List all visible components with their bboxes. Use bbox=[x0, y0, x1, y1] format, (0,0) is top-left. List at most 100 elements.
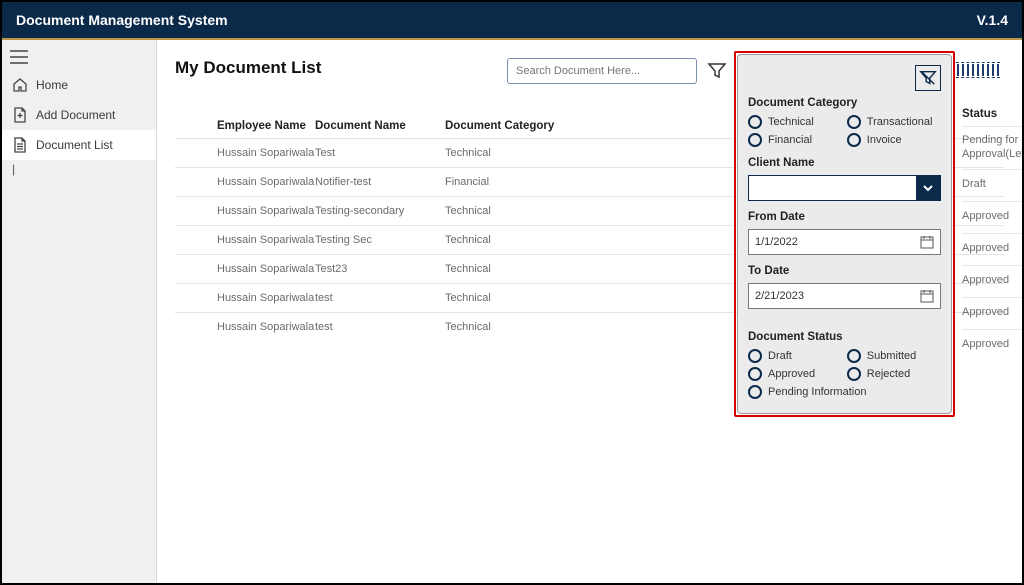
cell-category: Technical bbox=[445, 234, 575, 246]
cell-document: test bbox=[315, 292, 445, 304]
radio-option[interactable]: Rejected bbox=[847, 367, 936, 381]
cell-document: test bbox=[315, 321, 445, 333]
cell-document: Testing-secondary bbox=[315, 205, 445, 217]
cell-employee: Hussain Sopariwala bbox=[175, 292, 315, 304]
filter-from-label: From Date bbox=[748, 211, 941, 223]
radio-icon bbox=[748, 385, 762, 399]
status-row: Draft bbox=[962, 169, 1024, 201]
radio-option[interactable]: Draft bbox=[748, 349, 837, 363]
filter-category-label: Document Category bbox=[748, 97, 941, 109]
cell-employee: Hussain Sopariwala bbox=[175, 205, 315, 217]
to-date-input[interactable]: 2/21/2023 bbox=[748, 283, 941, 309]
status-label: Draft bbox=[962, 178, 986, 192]
status-label: Pending for Approval(Level-1) bbox=[962, 134, 1024, 162]
radio-option[interactable]: Approved bbox=[748, 367, 837, 381]
sidebar-item-home[interactable]: Home bbox=[2, 70, 156, 100]
calendar-icon bbox=[920, 289, 934, 303]
sidebar-item-label: Home bbox=[36, 78, 68, 92]
radio-icon bbox=[748, 349, 762, 363]
radio-label: Approved bbox=[768, 368, 815, 380]
filter-to-label: To Date bbox=[748, 265, 941, 277]
status-label: Approved bbox=[962, 306, 1009, 320]
barcode-icon[interactable] bbox=[956, 62, 1000, 78]
radio-label: Transactional bbox=[867, 116, 933, 128]
radio-label: Invoice bbox=[867, 134, 902, 146]
cell-document: Testing Sec bbox=[315, 234, 445, 246]
radio-icon bbox=[847, 133, 861, 147]
radio-option[interactable]: Submitted bbox=[847, 349, 936, 363]
status-row: Approved bbox=[962, 297, 1024, 329]
radio-icon bbox=[847, 349, 861, 363]
funnel-icon bbox=[707, 61, 727, 81]
filter-client-label: Client Name bbox=[748, 157, 941, 169]
radio-option[interactable]: Pending Information bbox=[748, 385, 941, 399]
filter-panel: Document Category Technical Transactional… bbox=[737, 54, 952, 414]
sidebar-item-label: Document List bbox=[36, 138, 113, 152]
calendar-icon bbox=[920, 235, 934, 249]
cell-employee: Hussain Sopariwala bbox=[175, 147, 315, 159]
radio-label: Draft bbox=[768, 350, 792, 362]
radio-option[interactable]: Transactional bbox=[847, 115, 936, 129]
cell-employee: Hussain Sopariwala bbox=[175, 234, 315, 246]
filter-button[interactable] bbox=[707, 61, 727, 81]
radio-icon bbox=[748, 115, 762, 129]
doc-list-icon bbox=[12, 137, 28, 153]
sidebar-item-add-document[interactable]: Add Document bbox=[2, 100, 156, 130]
app-version: V.1.4 bbox=[977, 12, 1008, 28]
status-label: Approved bbox=[962, 338, 1009, 352]
from-date-input[interactable]: 1/1/2022 bbox=[748, 229, 941, 255]
status-label: Approved bbox=[962, 210, 1009, 224]
status-row: Approved bbox=[962, 201, 1024, 233]
radio-label: Financial bbox=[768, 134, 812, 146]
add-doc-icon bbox=[12, 107, 28, 123]
search-input[interactable] bbox=[507, 58, 697, 84]
menu-toggle[interactable] bbox=[2, 44, 156, 70]
home-icon bbox=[12, 77, 28, 93]
col-employee: Employee Name bbox=[175, 120, 315, 132]
sidebar-caret: | bbox=[2, 160, 156, 178]
sidebar: Home Add Document Document List | bbox=[2, 40, 157, 583]
from-date-value: 1/1/2022 bbox=[755, 236, 798, 248]
col-status: Status bbox=[962, 102, 1024, 126]
status-row: Pending for Approval(Level-1) bbox=[962, 126, 1024, 169]
cell-employee: Hussain Sopariwala bbox=[175, 321, 315, 333]
radio-label: Rejected bbox=[867, 368, 910, 380]
cell-employee: Hussain Sopariwala bbox=[175, 263, 315, 275]
cell-document: Test23 bbox=[315, 263, 445, 275]
status-label: Approved bbox=[962, 242, 1009, 256]
status-row: Approved bbox=[962, 265, 1024, 297]
radio-icon bbox=[748, 367, 762, 381]
radio-label: Pending Information bbox=[768, 386, 866, 398]
cell-category: Technical bbox=[445, 321, 575, 333]
radio-option[interactable]: Invoice bbox=[847, 133, 936, 147]
radio-option[interactable]: Technical bbox=[748, 115, 837, 129]
client-dropdown[interactable] bbox=[748, 175, 941, 201]
status-row: Approved bbox=[962, 329, 1024, 361]
cell-category: Technical bbox=[445, 263, 575, 275]
cell-category: Technical bbox=[445, 205, 575, 217]
chevron-down-icon bbox=[916, 176, 940, 200]
to-date-value: 2/21/2023 bbox=[755, 290, 804, 302]
filter-status-label: Document Status bbox=[748, 331, 941, 343]
filter-clear-button[interactable] bbox=[915, 65, 941, 91]
cell-category: Technical bbox=[445, 292, 575, 304]
client-dropdown-value bbox=[749, 176, 916, 200]
cell-document: Test bbox=[315, 147, 445, 159]
funnel-off-icon bbox=[919, 69, 937, 87]
cell-category: Technical bbox=[445, 147, 575, 159]
col-category: Document Category bbox=[445, 120, 575, 132]
col-document: Document Name bbox=[315, 120, 445, 132]
cell-employee: Hussain Sopariwala bbox=[175, 176, 315, 188]
sidebar-item-label: Add Document bbox=[36, 108, 115, 122]
status-label: Approved bbox=[962, 274, 1009, 288]
sidebar-item-document-list[interactable]: Document List bbox=[2, 130, 156, 160]
cell-category: Financial bbox=[445, 176, 575, 188]
app-title: Document Management System bbox=[16, 12, 228, 28]
radio-icon bbox=[847, 367, 861, 381]
cell-document: Notifier-test bbox=[315, 176, 445, 188]
radio-label: Submitted bbox=[867, 350, 917, 362]
radio-icon bbox=[748, 133, 762, 147]
radio-option[interactable]: Financial bbox=[748, 133, 837, 147]
radio-icon bbox=[847, 115, 861, 129]
status-row: Approved bbox=[962, 233, 1024, 265]
